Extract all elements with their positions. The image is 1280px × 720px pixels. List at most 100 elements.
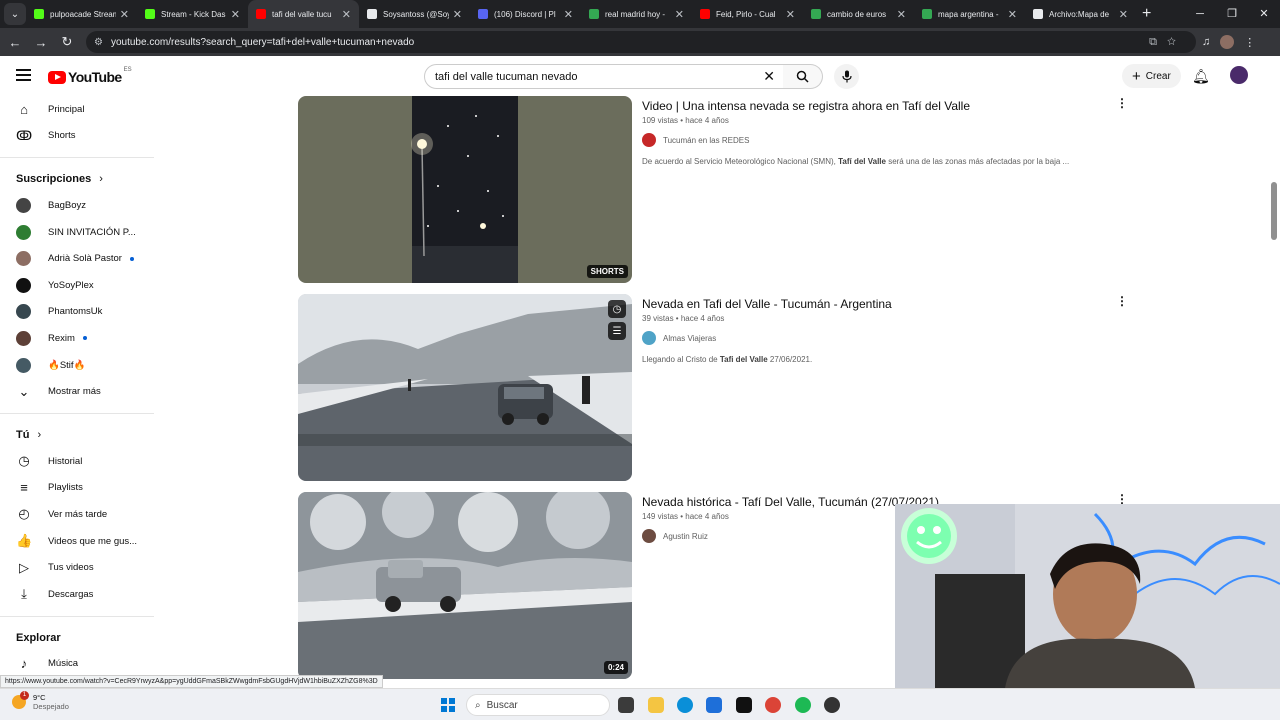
search-button[interactable]	[783, 64, 823, 89]
browser-tab[interactable]: real madrid hoy - ✕	[581, 0, 692, 28]
youtube-logo[interactable]: YouTube ES	[48, 67, 132, 85]
subscription-item[interactable]: 🔥Stif🔥	[0, 352, 154, 379]
subscription-item[interactable]: BagBoyz	[0, 192, 154, 219]
subscriptions-header[interactable]: Suscripciones ›	[0, 166, 154, 192]
browser-tab[interactable]: mapa argentina - ✕	[914, 0, 1025, 28]
subscription-item[interactable]: YoSoyPlex	[0, 272, 154, 299]
youtube-masthead: YouTube ES tafi del valle tucuman nevado…	[0, 56, 1280, 96]
sidebar-item[interactable]: ▷ Tus videos	[0, 554, 154, 581]
browser-tab[interactable]: (106) Discord | Pl ✕	[470, 0, 581, 28]
video-title[interactable]: Video | Una intensa nevada se registra a…	[642, 98, 1112, 114]
restore-button[interactable]: ❐	[1216, 0, 1248, 28]
tab-close-icon[interactable]: ✕	[675, 8, 684, 21]
sidebar-item[interactable]: ♪ Música	[0, 651, 154, 678]
tab-close-icon[interactable]: ✕	[786, 8, 795, 21]
voice-search-button[interactable]	[834, 64, 859, 89]
tab-title: cambio de euros	[827, 9, 887, 19]
sidebar-item[interactable]: ⤓ Descargas	[0, 581, 154, 608]
reload-icon[interactable]: ↻	[56, 34, 78, 50]
clear-search-icon[interactable]: ✕	[763, 68, 775, 85]
more-actions-icon[interactable]: ⋮	[1116, 97, 1128, 109]
subscription-item[interactable]: SIN INVITACIÓN P...	[0, 219, 154, 246]
add-to-queue-icon[interactable]: ☰	[608, 322, 626, 340]
tab-close-icon[interactable]: ✕	[231, 8, 240, 21]
you-header[interactable]: Tú ›	[0, 422, 154, 448]
windows-start-icon[interactable]	[441, 698, 455, 712]
chrome-icon[interactable]	[765, 697, 781, 713]
install-and-bookmark-icons[interactable]: ⧉☆	[1149, 36, 1186, 49]
channel-avatar[interactable]	[642, 529, 656, 543]
close-window-button[interactable]: ✕	[1248, 0, 1280, 28]
browser-tab[interactable]: cambio de euros ✕	[803, 0, 914, 28]
chrome-menu-icon[interactable]: ⋮	[1244, 36, 1255, 49]
browser-tab[interactable]: pulpoacade Stream ✕	[26, 0, 137, 28]
channel-avatar[interactable]	[642, 133, 656, 147]
more-actions-icon[interactable]: ⋮	[1116, 493, 1128, 505]
sidebar-item[interactable]: 👍 Videos que me gus...	[0, 528, 154, 555]
tab-search-button[interactable]: ⌄	[4, 3, 26, 25]
file-explorer-icon[interactable]	[648, 697, 664, 713]
store-icon[interactable]	[706, 697, 722, 713]
tab-close-icon[interactable]: ✕	[120, 8, 129, 21]
tab-close-icon[interactable]: ✕	[453, 8, 462, 21]
browser-tab[interactable]: Archivo:Mapa de ✕	[1025, 0, 1136, 28]
sidebar-item[interactable]: ◴ Ver más tarde	[0, 501, 154, 528]
subscription-item[interactable]: Rexim	[0, 325, 154, 352]
media-controls-icon[interactable]: ♫	[1202, 36, 1210, 48]
channel-name[interactable]: Almas Viajeras	[663, 334, 716, 343]
sidebar-item-label: Historial	[48, 455, 83, 467]
account-avatar[interactable]	[1230, 66, 1248, 84]
video-thumbnail[interactable]: ◷ ☰	[298, 294, 632, 481]
notifications-bell-icon[interactable]: 🔔︎	[1192, 68, 1210, 85]
tab-close-icon[interactable]: ✕	[1119, 8, 1128, 21]
browser-tab[interactable]: Stream - Kick Das ✕	[137, 0, 248, 28]
create-button[interactable]: + Crear	[1122, 64, 1181, 88]
video-thumbnail[interactable]: 0:24	[298, 492, 632, 679]
forward-icon[interactable]: →	[30, 35, 52, 50]
channel-name[interactable]: Agustin Ruiz	[663, 532, 708, 541]
page-scrollbar[interactable]	[1271, 182, 1277, 240]
obs-icon[interactable]	[824, 697, 840, 713]
video-thumbnail[interactable]: SHORTS	[298, 96, 632, 283]
browser-tab[interactable]: Feid, Pirlo - Cual ✕	[692, 0, 803, 28]
sidebar-item[interactable]: ≡ Playlists	[0, 475, 154, 502]
sidebar-item[interactable]: ⌂ Principal	[0, 96, 154, 123]
video-result[interactable]: SHORTS Video | Una intensa nevada se reg…	[298, 96, 1138, 284]
omnibox[interactable]: ⚙ youtube.com/results?search_query=tafi+…	[86, 31, 1196, 53]
tab-close-icon[interactable]: ✕	[342, 8, 351, 21]
channel-row[interactable]: Tucumán en las REDES	[642, 133, 1112, 147]
subscription-item[interactable]: Adrià Solà Pastor	[0, 245, 154, 272]
task-view-icon[interactable]	[618, 697, 634, 713]
subscription-item[interactable]: PhantomsUk	[0, 299, 154, 326]
tab-close-icon[interactable]: ✕	[564, 8, 573, 21]
sidebar-item[interactable]: ↂ Shorts	[0, 123, 154, 150]
taskbar-search[interactable]: ⌕ Buscar	[466, 694, 610, 716]
profile-avatar[interactable]	[1220, 35, 1235, 49]
minimize-button[interactable]: ─	[1184, 0, 1216, 28]
tab-close-icon[interactable]: ✕	[1008, 8, 1017, 21]
channel-row[interactable]: Almas Viajeras	[642, 331, 1112, 345]
show-more-button[interactable]: ⌄ Mostrar más	[0, 378, 154, 405]
channel-avatar[interactable]	[642, 331, 656, 345]
sidebar-item[interactable]: ◷ Historial	[0, 448, 154, 475]
view-count: 109 vistas	[642, 116, 679, 125]
weather-widget[interactable]: 1 9°C Despejado	[12, 691, 69, 711]
video-result[interactable]: ◷ ☰ Nevada en Tafi del Valle - Tucumán -…	[298, 294, 1138, 482]
more-actions-icon[interactable]: ⋮	[1116, 295, 1128, 307]
search-input[interactable]: tafi del valle tucuman nevado ✕	[424, 64, 784, 89]
site-info-icon[interactable]: ⚙	[94, 37, 103, 48]
subscription-label: Adrià Solà Pastor	[48, 253, 122, 265]
new-tab-button[interactable]: +	[1142, 5, 1151, 23]
edge-icon[interactable]	[677, 697, 693, 713]
video-title[interactable]: Nevada en Tafi del Valle - Tucumán - Arg…	[642, 296, 1112, 312]
browser-tab[interactable]: tafi del valle tucu ✕	[248, 0, 359, 28]
tab-strip: pulpoacade Stream ✕ Stream - Kick Das ✕ tafi…	[26, 0, 1136, 28]
spotify-icon[interactable]	[795, 697, 811, 713]
app-y-icon[interactable]	[736, 697, 752, 713]
tab-close-icon[interactable]: ✕	[897, 8, 906, 21]
channel-name[interactable]: Tucumán en las REDES	[663, 136, 749, 145]
back-icon[interactable]: ←	[4, 35, 26, 50]
watch-later-icon[interactable]: ◷	[608, 300, 626, 318]
browser-tab[interactable]: Soysantoss (@Soy ✕	[359, 0, 470, 28]
guide-menu-icon[interactable]	[16, 69, 31, 81]
